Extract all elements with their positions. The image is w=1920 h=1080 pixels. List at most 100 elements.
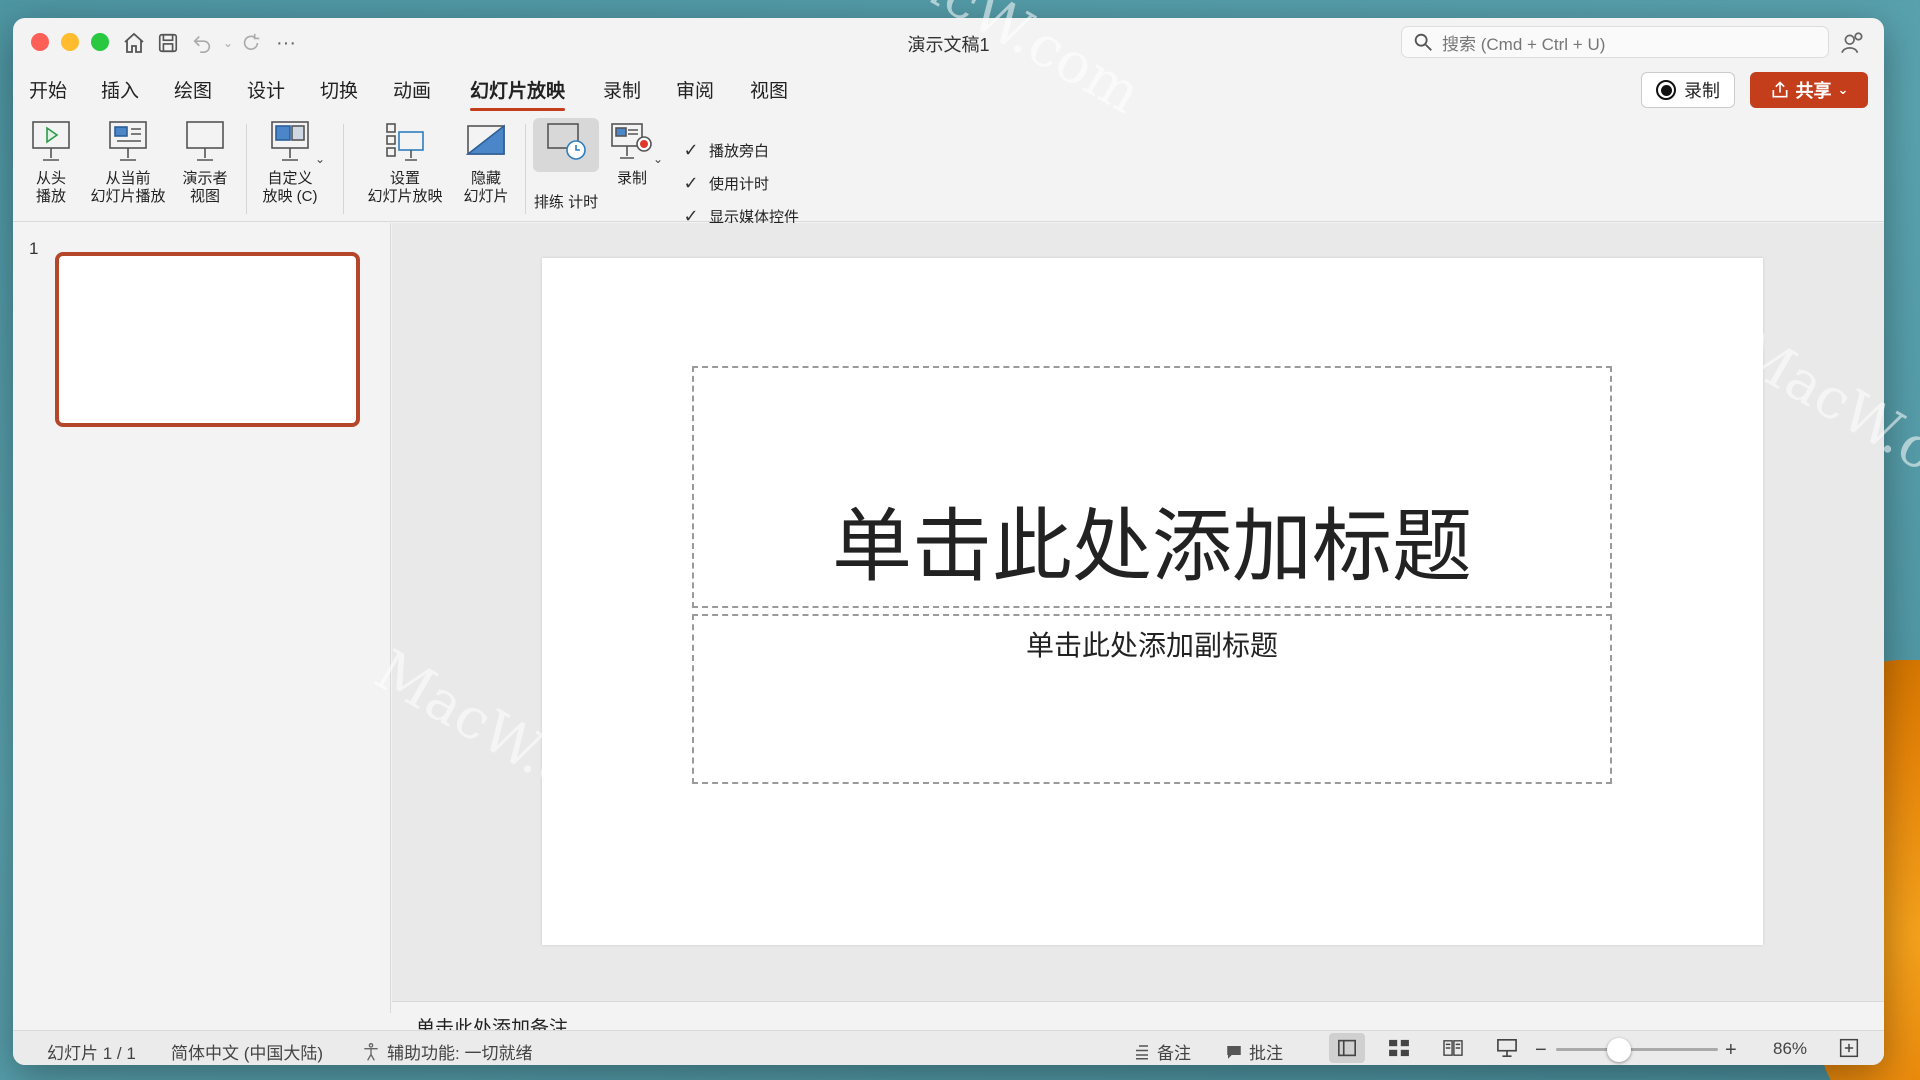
fit-to-window-button[interactable] <box>1831 1033 1867 1063</box>
minimize-window-button[interactable] <box>61 33 79 51</box>
share-button[interactable]: 共享 ⌄ <box>1750 72 1868 108</box>
custom-show-button[interactable]: 自定义 放映 (C) <box>257 118 323 206</box>
share-button-label: 共享 <box>1795 81 1832 101</box>
reading-view-icon <box>1443 1040 1463 1056</box>
slide-count: 幻灯片 1 / 1 <box>47 1044 136 1063</box>
setup-slide-show-button[interactable]: 设置 幻灯片放映 <box>357 118 453 206</box>
checkmark-icon: ✓ <box>683 140 699 160</box>
more-icon[interactable]: ··· <box>271 28 301 58</box>
checkbox-label: 播放旁白 <box>709 143 770 160</box>
setup-slide-show-icon <box>386 123 424 161</box>
zoom-out-button[interactable]: − <box>1535 1039 1547 1062</box>
slide-number: 1 <box>29 239 39 258</box>
normal-view-button[interactable] <box>1329 1033 1365 1063</box>
slide-canvas[interactable]: 单击此处添加标题 单击此处添加副标题 <box>542 258 1763 945</box>
presenter-view-label: 演示者 视图 <box>182 170 228 205</box>
checkbox-label: 使用计时 <box>709 176 770 193</box>
tab-review[interactable]: 审阅 <box>676 76 714 111</box>
ribbon-tabs: 开始 插入 绘图 设计 切换 动画 幻灯片放映 录制 审阅 视图 <box>13 68 1884 111</box>
notes-toggle-button[interactable]: 备注 <box>1133 1039 1191 1064</box>
search-icon <box>1414 33 1432 51</box>
search-placeholder: 搜索 (Cmd + Ctrl + U) <box>1442 34 1606 54</box>
presenter-view-icon <box>186 121 224 161</box>
tab-transitions[interactable]: 切换 <box>320 76 358 111</box>
setup-slide-show-label: 设置 幻灯片放映 <box>367 170 443 205</box>
zoom-slider-thumb[interactable] <box>1607 1038 1631 1062</box>
hide-slide-icon <box>465 124 505 155</box>
record-slide-show-label: 录制 <box>616 170 647 187</box>
powerpoint-window: ⌄ ··· 演示文稿1 搜索 (Cmd + Ctrl + U) 开始 插入 绘图… <box>13 18 1884 1065</box>
play-from-current-label: 从当前 幻灯片播放 <box>90 170 166 205</box>
record-button[interactable]: 录制 <box>1641 72 1735 108</box>
presenter-view-button[interactable]: 演示者 视图 <box>177 118 233 206</box>
ribbon-slide-show: 从头 播放 从当前 幻灯片播放 演示者 视图 自定义 放映 (C) ⌄ 设置 幻… <box>13 116 1884 226</box>
play-from-start-label: 从头 播放 <box>35 170 66 205</box>
slide-show-view-button[interactable] <box>1489 1033 1525 1063</box>
status-bar: 幻灯片 1 / 1 简体中文 (中国大陆) 辅助功能: 一切就绪 备注 批注 − <box>13 1030 1884 1065</box>
zoom-slider[interactable] <box>1556 1048 1718 1051</box>
play-from-current-button[interactable]: 从当前 幻灯片播放 <box>85 118 171 206</box>
record-icon <box>1656 80 1676 100</box>
comment-icon <box>1227 1045 1241 1059</box>
hide-slide-button[interactable]: 隐藏 幻灯片 <box>453 118 519 206</box>
tab-home[interactable]: 开始 <box>29 76 67 111</box>
slide-sorter-icon <box>1389 1039 1409 1057</box>
play-from-start-icon <box>32 121 70 161</box>
play-narrations-checkbox[interactable]: ✓ 播放旁白 <box>681 140 769 161</box>
slide-editing-area: 单击此处添加标题 单击此处添加副标题 <box>392 223 1884 1001</box>
home-icon[interactable] <box>119 28 149 58</box>
title-bar: ⌄ ··· 演示文稿1 搜索 (Cmd + Ctrl + U) <box>13 18 1884 66</box>
custom-show-label: 自定义 放映 (C) <box>262 170 318 205</box>
accessibility-icon <box>364 1042 378 1061</box>
chevron-down-icon[interactable]: ⌄ <box>653 152 663 166</box>
comments-button[interactable]: 批注 <box>1225 1039 1283 1064</box>
tab-design[interactable]: 设计 <box>247 76 285 111</box>
rehearse-timings-icon <box>547 123 586 160</box>
language-status[interactable]: 简体中文 (中国大陆) <box>171 1039 323 1064</box>
use-timings-checkbox[interactable]: ✓ 使用计时 <box>681 173 769 194</box>
subtitle-placeholder[interactable]: 单击此处添加副标题 <box>692 614 1612 784</box>
play-from-start-button[interactable]: 从头 播放 <box>23 118 79 206</box>
normal-view-icon <box>1338 1039 1356 1057</box>
tab-insert[interactable]: 插入 <box>101 76 139 111</box>
accessibility-label: 辅助功能: 一切就绪 <box>387 1044 533 1063</box>
ribbon-separator <box>343 124 344 214</box>
tab-record[interactable]: 录制 <box>603 76 641 111</box>
notes-icon <box>1136 1044 1148 1059</box>
chevron-down-icon[interactable]: ⌄ <box>315 152 325 166</box>
zoom-in-button[interactable]: + <box>1725 1039 1737 1062</box>
title-placeholder[interactable]: 单击此处添加标题 <box>692 366 1612 608</box>
rehearse-timings-label: 排练 计时 <box>533 194 599 211</box>
play-from-current-icon <box>109 121 147 161</box>
chevron-down-icon: ⌄ <box>1837 82 1849 97</box>
hide-slide-label: 隐藏 幻灯片 <box>463 170 509 205</box>
comments-label: 批注 <box>1249 1044 1283 1063</box>
redo-icon[interactable] <box>236 28 266 58</box>
reading-view-button[interactable] <box>1435 1033 1471 1063</box>
share-people-icon[interactable] <box>1840 30 1866 56</box>
slide-sorter-button[interactable] <box>1381 1033 1417 1063</box>
share-icon <box>1772 81 1788 98</box>
tab-animations[interactable]: 动画 <box>393 76 431 111</box>
slide-show-icon <box>1497 1039 1517 1057</box>
slide-thumbnails-pane: 1 <box>13 223 391 1013</box>
checkmark-icon: ✓ <box>683 173 699 193</box>
record-slide-show-icon <box>611 123 652 159</box>
tab-view[interactable]: 视图 <box>750 76 788 111</box>
ribbon-separator <box>246 124 247 214</box>
ribbon-separator <box>525 124 526 214</box>
close-window-button[interactable] <box>31 33 49 51</box>
tab-slide-show[interactable]: 幻灯片放映 <box>470 76 566 111</box>
zoom-window-button[interactable] <box>91 33 109 51</box>
accessibility-status[interactable]: 辅助功能: 一切就绪 <box>361 1039 532 1064</box>
custom-show-icon <box>271 121 309 161</box>
rehearse-timings-button[interactable] <box>533 118 599 172</box>
search-box[interactable]: 搜索 (Cmd + Ctrl + U) <box>1401 26 1829 58</box>
save-icon[interactable] <box>153 28 183 58</box>
zoom-level[interactable]: 86% <box>1773 1039 1807 1059</box>
tab-draw[interactable]: 绘图 <box>174 76 212 111</box>
record-button-label: 录制 <box>1684 81 1720 101</box>
slide-thumbnail[interactable] <box>55 252 360 427</box>
fit-to-window-icon <box>1839 1038 1859 1058</box>
notes-toggle-label: 备注 <box>1157 1044 1191 1063</box>
